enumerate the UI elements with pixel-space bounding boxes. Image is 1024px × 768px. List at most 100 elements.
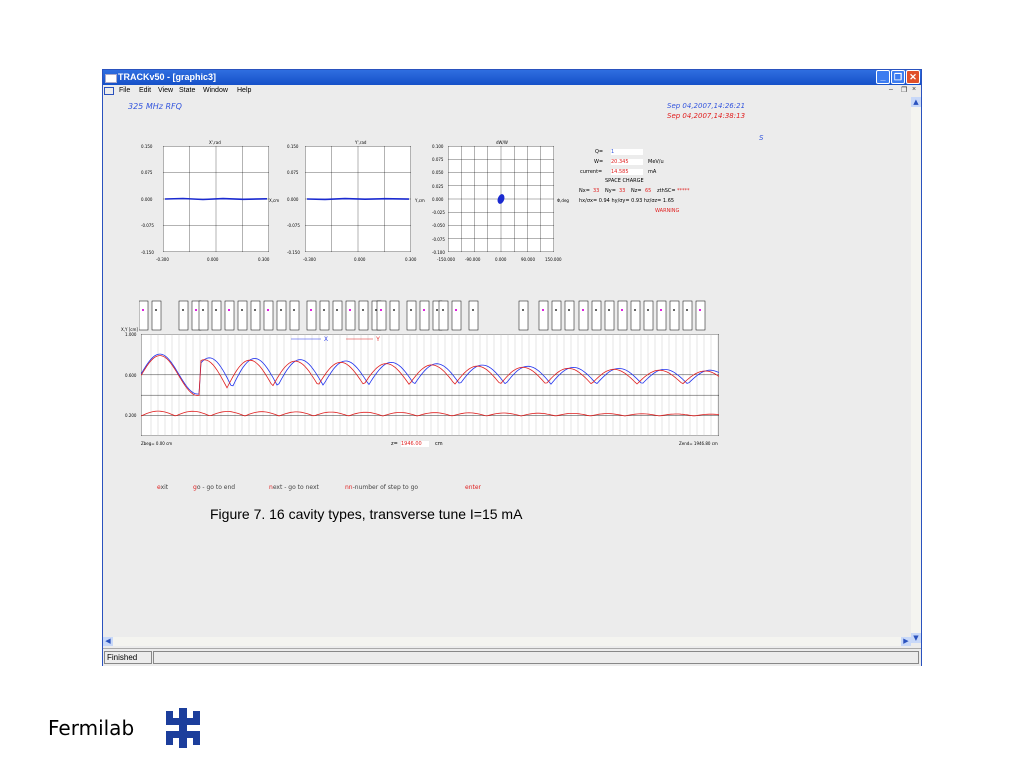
nz-value: 65 xyxy=(645,188,652,194)
lattice-marker xyxy=(375,309,377,311)
vertical-scrollbar[interactable]: ▲ ▼ xyxy=(911,97,921,643)
lattice-cavity xyxy=(604,300,615,331)
child-restore-icon[interactable]: ❐ xyxy=(901,86,907,94)
lattice-cavity xyxy=(178,300,189,331)
lattice-marker xyxy=(215,309,217,311)
lattice-marker xyxy=(142,309,144,311)
grid-ratios: hx/σx= 0.94 hy/σy= 0.93 hz/σz= 1.65 xyxy=(579,198,675,204)
plot1-phase-space xyxy=(163,146,269,252)
date-end: Sep 04,2007,14:38:13 xyxy=(667,112,746,120)
lattice-cavity xyxy=(682,300,693,331)
ny-value: 33 xyxy=(619,188,626,194)
child-close-icon[interactable]: × xyxy=(912,86,916,93)
command-enter[interactable]: enter xyxy=(465,484,481,491)
lattice-marker xyxy=(542,309,544,311)
lattice-marker xyxy=(362,309,364,311)
lattice-marker xyxy=(280,309,282,311)
plot3-xtick-3: 90.000 xyxy=(521,257,535,262)
lattice-marker xyxy=(660,309,662,311)
lattice-cavity xyxy=(276,300,287,331)
w-label: W= xyxy=(594,159,604,165)
lattice-cavity xyxy=(211,300,222,331)
plot1-ytick-0: 0.150 xyxy=(141,144,153,149)
plot1-ytick-1: 0.075 xyxy=(141,170,153,175)
status-bar: Finished xyxy=(103,648,921,666)
lattice-marker xyxy=(699,309,701,311)
plot2-ytick-4: -0.150 xyxy=(287,250,300,255)
plot1-xtick-2: 0.300 xyxy=(258,257,270,262)
lattice-cavity xyxy=(406,300,417,331)
plot1-title: X',rad xyxy=(209,140,221,145)
zend-label: Zend= 1946.80 cm xyxy=(679,441,718,446)
lattice-cavity xyxy=(656,300,667,331)
menu-window[interactable]: Window xyxy=(203,87,228,94)
menu-file[interactable]: File xyxy=(119,87,130,94)
w-value: 20.345 xyxy=(611,159,643,165)
child-minimize-icon[interactable]: – xyxy=(889,86,893,93)
lattice-cavity xyxy=(518,300,529,331)
current-label: current= xyxy=(580,169,603,175)
lattice-marker xyxy=(155,309,157,311)
lattice-cavity xyxy=(630,300,641,331)
plot2-ytick-1: 0.075 xyxy=(287,170,299,175)
plot3-ytick-7: -0.075 xyxy=(432,237,445,242)
lattice-marker xyxy=(595,309,597,311)
lattice-cavity xyxy=(289,300,300,331)
lattice-cavity xyxy=(151,300,162,331)
horizontal-scrollbar[interactable]: ◀ ▶ xyxy=(103,637,911,646)
lattice-elements xyxy=(139,300,706,331)
menu-view[interactable]: View xyxy=(158,87,173,94)
menu-edit[interactable]: Edit xyxy=(139,87,151,94)
lattice-cavity xyxy=(306,300,317,331)
menu-help[interactable]: Help xyxy=(237,87,251,94)
lattice-marker xyxy=(673,309,675,311)
lattice-marker xyxy=(323,309,325,311)
plot1-xtick-1: 0.000 xyxy=(207,257,219,262)
z-label: z= xyxy=(391,441,398,447)
lattice-cavity xyxy=(591,300,602,331)
lattice-marker xyxy=(436,309,438,311)
close-button[interactable]: ✕ xyxy=(906,70,920,84)
command-exit[interactable]: exit xyxy=(157,484,168,491)
lattice-marker xyxy=(228,309,230,311)
lattice-cavity xyxy=(551,300,562,331)
legend-y-label: Y xyxy=(376,337,380,343)
scroll-up-icon[interactable]: ▲ xyxy=(911,97,921,107)
envelope-plot: X Y xyxy=(141,334,719,436)
maximize-button[interactable]: ❐ xyxy=(891,70,905,84)
plot3-ytick-2: 0.050 xyxy=(432,170,444,175)
current-unit: mA xyxy=(648,169,657,175)
lattice-marker xyxy=(410,309,412,311)
plot3-xtick-0: -150.000 xyxy=(437,257,455,262)
plot3-ytick-6: -0.050 xyxy=(432,223,445,228)
menu-state[interactable]: State xyxy=(179,87,195,94)
menu-bar: File Edit View State Window Help – ❐ × xyxy=(103,85,921,97)
lattice-marker xyxy=(195,309,197,311)
app-icon xyxy=(105,74,117,83)
plot2-phase-space xyxy=(305,146,411,252)
command-go-to-end[interactable]: go - go to end xyxy=(193,484,235,491)
command-next[interactable]: next - go to next xyxy=(269,484,319,491)
fermilab-wordmark: Fermilab xyxy=(48,716,135,740)
title-bar[interactable]: TRACKv50 - [graphic3] _ ❐ ✕ xyxy=(103,70,921,85)
lattice-cavity xyxy=(345,300,356,331)
zbeg-label: Zbeg= 0.00 cm xyxy=(141,441,173,446)
command-number-of-steps[interactable]: nn-number of step to go xyxy=(345,484,418,491)
lattice-marker xyxy=(267,309,269,311)
lattice-marker xyxy=(621,309,623,311)
plot2-xtick-2: 0.300 xyxy=(405,257,417,262)
figure-caption: Figure 7. 16 cavity types, transverse tu… xyxy=(210,506,523,522)
lattice-marker xyxy=(472,309,474,311)
lattice-marker xyxy=(336,309,338,311)
zsc-value: ***** xyxy=(677,188,690,194)
lattice-cavity xyxy=(438,300,449,331)
lattice-cavity xyxy=(224,300,235,331)
minimize-button[interactable]: _ xyxy=(876,70,890,84)
scroll-left-icon[interactable]: ◀ xyxy=(103,637,113,646)
scroll-right-icon[interactable]: ▶ xyxy=(901,637,911,646)
lattice-marker xyxy=(442,309,444,311)
scroll-down-icon[interactable]: ▼ xyxy=(911,633,921,643)
lattice-cavity xyxy=(564,300,575,331)
w-unit: MeV/u xyxy=(648,159,664,165)
plot3-phase-space xyxy=(448,146,554,252)
